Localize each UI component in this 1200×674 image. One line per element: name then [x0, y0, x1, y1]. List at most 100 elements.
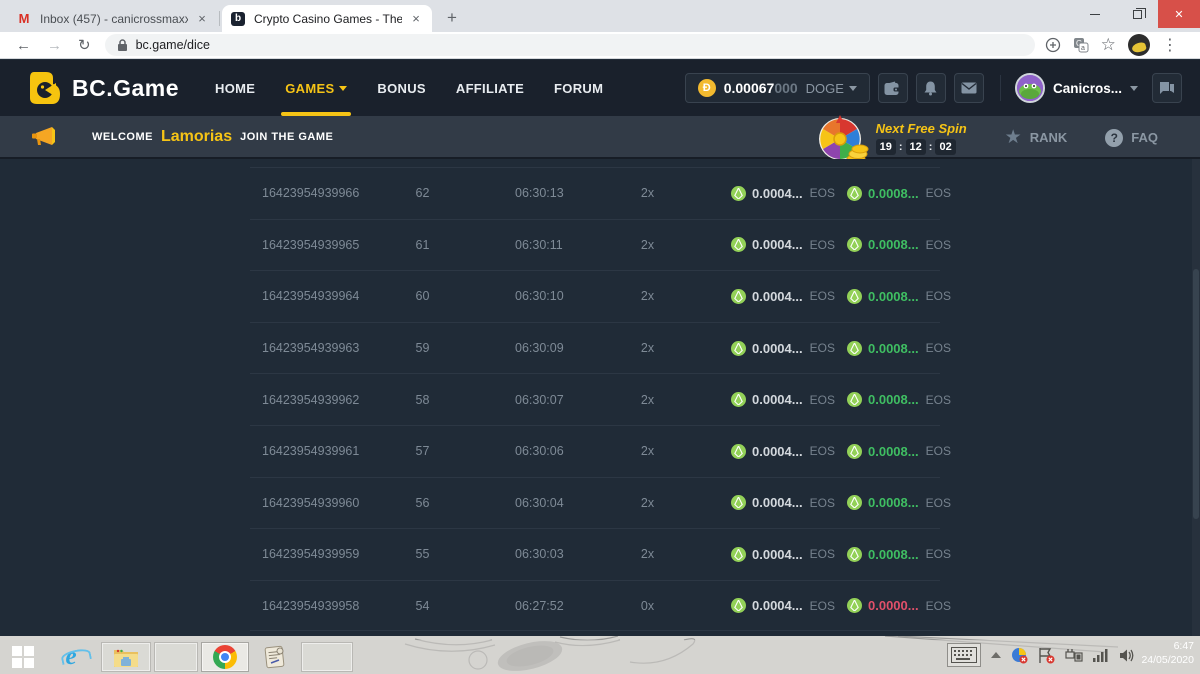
payout-currency: EOS — [926, 444, 951, 458]
balance-selector[interactable]: Đ 0.00067000 DOGE — [685, 73, 870, 103]
forward-icon[interactable]: → — [47, 37, 62, 54]
tab-bcgame[interactable]: b Crypto Casino Games - The 8 Bes × — [222, 5, 432, 32]
payout-currency: EOS — [926, 599, 951, 613]
messages-button[interactable] — [954, 73, 984, 103]
taskbar-app-blank-2[interactable] — [301, 642, 353, 672]
clock-date: 24/05/2020 — [1141, 653, 1194, 667]
bet-amount: 0.0004... — [752, 289, 803, 304]
tray-app-badge-icon[interactable] — [1011, 647, 1028, 664]
rank-button[interactable]: ★ RANK — [1005, 126, 1068, 149]
close-button[interactable]: ✕ — [1158, 0, 1200, 28]
payout-currency: EOS — [926, 238, 951, 252]
main-nav: HOME GAMES BONUS AFFILIATE FORUM — [215, 60, 603, 116]
bet-id: 16423954939961 — [250, 444, 390, 458]
tab-title: Inbox (457) - canicrossmaxx@gm — [40, 12, 188, 26]
bookmark-star-icon[interactable]: ☆ — [1101, 35, 1116, 55]
battery-icon[interactable] — [1065, 648, 1083, 663]
eos-coin-icon — [731, 547, 746, 562]
bet-id: 16423954939958 — [250, 599, 390, 613]
taskbar-clock[interactable]: 6:47 24/05/2020 — [1141, 639, 1194, 667]
payout-currency: EOS — [926, 547, 951, 561]
divider — [1000, 75, 1001, 101]
payout-amount: 0.0008... — [868, 186, 919, 201]
bet-amount-cell: 0.0004... EOS — [695, 289, 815, 304]
bet-row[interactable]: 16423954939961 57 06:30:06 2x 0.0004... … — [250, 425, 940, 477]
bet-row[interactable]: 16423954939959 55 06:30:03 2x 0.0004... … — [250, 528, 940, 580]
bell-icon — [923, 80, 938, 96]
username[interactable]: Canicros... — [1053, 81, 1122, 96]
payout-cell: 0.0008... EOS — [815, 237, 940, 252]
eos-coin-icon — [731, 495, 746, 510]
nav-forum[interactable]: FORUM — [554, 60, 603, 116]
logo-text: BC.Game — [72, 75, 179, 102]
nav-affiliate[interactable]: AFFILIATE — [456, 60, 524, 116]
eos-coin-icon — [731, 186, 746, 201]
payout-amount: 0.0008... — [868, 444, 919, 459]
bet-time: 06:30:11 — [455, 238, 600, 252]
eos-coin-icon — [847, 392, 862, 407]
taskbar-explorer[interactable] — [101, 642, 151, 672]
start-button[interactable] — [0, 642, 46, 672]
tab-close-icon[interactable]: × — [194, 11, 210, 27]
action-center-flag-icon[interactable] — [1038, 647, 1055, 664]
faq-button[interactable]: ? FAQ — [1105, 129, 1158, 147]
browser-menu-icon[interactable]: ⋮ — [1162, 35, 1178, 55]
bet-multiplier: 2x — [600, 238, 695, 252]
address-bar[interactable]: bc.game/dice — [105, 34, 1035, 56]
bet-row[interactable]: 16423954939965 61 06:30:11 2x 0.0004... … — [250, 219, 940, 271]
network-signal-icon[interactable] — [1093, 648, 1109, 662]
bet-roll-result: 58 — [390, 393, 455, 407]
free-spin-widget[interactable]: Next Free Spin 19 : 12 : 02 — [876, 121, 967, 155]
chevron-down-icon[interactable] — [1130, 86, 1138, 91]
bet-multiplier: 0x — [600, 599, 695, 613]
bet-roll-result: 62 — [390, 186, 455, 200]
reload-icon[interactable]: ↻ — [78, 36, 91, 54]
restore-button[interactable] — [1116, 0, 1158, 28]
nav-bonus[interactable]: BONUS — [377, 60, 425, 116]
url-text: bc.game/dice — [136, 38, 210, 52]
payout-cell: 0.0000... EOS — [815, 598, 940, 613]
volume-icon[interactable] — [1119, 648, 1136, 663]
spin-wheel-icon[interactable] — [814, 115, 870, 165]
bet-row[interactable]: 16423954939958 54 06:27:52 0x 0.0004... … — [250, 580, 940, 632]
zoom-plus-icon[interactable] — [1045, 37, 1061, 53]
new-tab-button[interactable]: + — [440, 7, 464, 31]
touch-keyboard-icon[interactable] — [947, 643, 981, 667]
taskbar-chrome[interactable] — [201, 642, 249, 672]
back-icon[interactable]: ← — [16, 37, 31, 54]
tray-expand-icon[interactable] — [991, 652, 1001, 658]
bet-row[interactable]: 16423954939963 59 06:30:09 2x 0.0004... … — [250, 322, 940, 374]
bet-row[interactable]: 16423954939966 62 06:30:13 2x 0.0004... … — [250, 167, 940, 219]
bet-amount: 0.0004... — [752, 598, 803, 613]
payout-amount: 0.0008... — [868, 237, 919, 252]
bet-row[interactable]: 16423954939960 56 06:30:04 2x 0.0004... … — [250, 477, 940, 529]
bet-row[interactable]: 16423954939964 60 06:30:10 2x 0.0004... … — [250, 270, 940, 322]
tab-gmail[interactable]: M Inbox (457) - canicrossmaxx@gm × — [8, 5, 218, 32]
browser-profile-avatar[interactable] — [1128, 34, 1150, 56]
payout-amount: 0.0008... — [868, 341, 919, 356]
translate-icon[interactable]: Ga — [1073, 37, 1089, 53]
bcgame-logo[interactable]: BC.Game — [28, 70, 179, 106]
tab-close-icon[interactable]: × — [408, 11, 424, 27]
bet-roll-result: 56 — [390, 496, 455, 510]
banner-right: Next Free Spin 19 : 12 : 02 ★ RANK ? FAQ — [814, 116, 1200, 159]
screen: M Inbox (457) - canicrossmaxx@gm × b Cry… — [0, 0, 1200, 674]
taskbar-app-blank-1[interactable] — [154, 642, 198, 672]
page-scrollbar[interactable] — [1192, 159, 1200, 636]
minimize-button[interactable] — [1074, 0, 1116, 28]
scrollbar-thumb[interactable] — [1193, 269, 1199, 519]
chevron-down-icon — [339, 86, 347, 91]
bet-row[interactable]: 16423954939962 58 06:30:07 2x 0.0004... … — [250, 373, 940, 425]
bet-time: 06:30:09 — [455, 341, 600, 355]
nav-home[interactable]: HOME — [215, 60, 255, 116]
user-avatar[interactable] — [1015, 73, 1045, 103]
browser-tabstrip: M Inbox (457) - canicrossmaxx@gm × b Cry… — [0, 0, 1200, 32]
lock-icon — [117, 39, 128, 52]
wallet-button[interactable] — [878, 73, 908, 103]
chat-button[interactable] — [1152, 73, 1182, 103]
bet-amount: 0.0004... — [752, 495, 803, 510]
taskbar-notes[interactable] — [252, 642, 298, 672]
taskbar-ie[interactable]: e — [49, 642, 93, 672]
nav-games[interactable]: GAMES — [285, 60, 347, 116]
notifications-button[interactable] — [916, 73, 946, 103]
